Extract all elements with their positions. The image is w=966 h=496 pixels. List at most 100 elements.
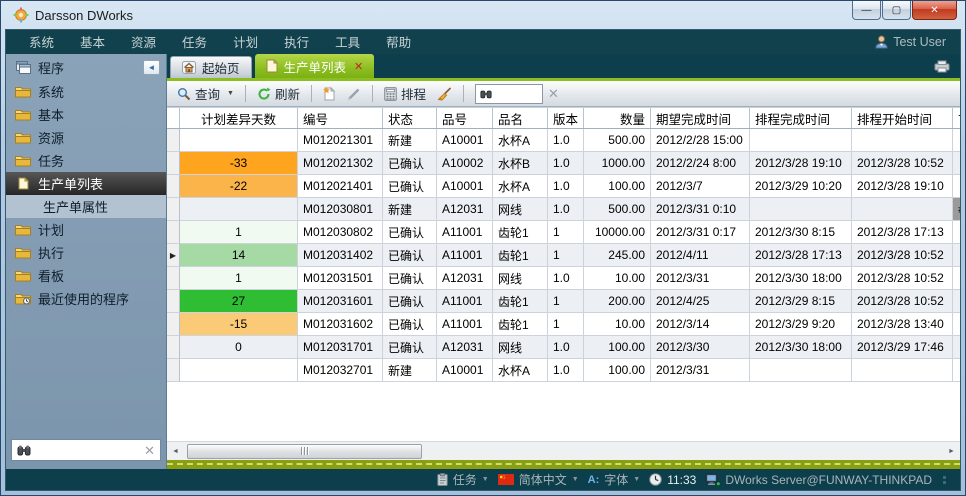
cell-code[interactable]: M012030801 [298, 198, 383, 221]
sidebar-search-input[interactable] [35, 443, 140, 457]
resize-grip[interactable] [943, 476, 946, 484]
status-language-dropdown[interactable]: 简体中文 ▼ [498, 471, 579, 488]
cell-qty[interactable]: 10000.00 [584, 221, 651, 244]
cell-version[interactable]: 1.0 [548, 198, 584, 221]
cell-sched_start[interactable]: 2012/3/28 10:52 [852, 267, 953, 290]
cell-diff[interactable]: 0 [180, 336, 298, 359]
cell-status[interactable]: 新建 [383, 129, 437, 152]
cell-extra[interactable] [953, 152, 960, 175]
cell-sched_finish[interactable] [750, 129, 852, 152]
cell-qty[interactable]: 200.00 [584, 290, 651, 313]
cell-due[interactable]: 2012/3/30 [651, 336, 750, 359]
row-header-cell[interactable] [167, 175, 180, 198]
current-row-indicator-icon[interactable]: ▶ [167, 244, 180, 267]
cell-extra[interactable] [953, 175, 960, 198]
cell-sched_finish[interactable]: 2012/3/29 9:20 [750, 313, 852, 336]
table-row[interactable]: -15M012031602已确认A11001齿轮1110.002012/3/14… [167, 313, 960, 336]
cell-item_name[interactable]: 齿轮1 [493, 221, 548, 244]
row-header-cell[interactable] [167, 313, 180, 336]
sidebar-item[interactable]: 任务 [6, 149, 166, 172]
cell-version[interactable]: 1 [548, 290, 584, 313]
cell-qty[interactable]: 100.00 [584, 359, 651, 382]
cell-qty[interactable]: 100.00 [584, 336, 651, 359]
toolbar-search-clear-icon[interactable]: ✕ [548, 87, 559, 100]
cell-status[interactable]: 已确认 [383, 175, 437, 198]
cell-sched_start[interactable]: 2012/3/28 17:13 [852, 221, 953, 244]
cell-diff[interactable]: 14 [180, 244, 298, 267]
sidebar-item[interactable]: 最近使用的程序 [6, 287, 166, 310]
maximize-button[interactable]: ▢ [882, 1, 911, 20]
cell-sched_finish[interactable] [750, 359, 852, 382]
cell-item_name[interactable]: 齿轮1 [493, 290, 548, 313]
cell-qty[interactable]: 1000.00 [584, 152, 651, 175]
row-header-cell[interactable] [167, 221, 180, 244]
sidebar-item[interactable]: 系统 [6, 80, 166, 103]
sidebar-item[interactable]: 执行 [6, 241, 166, 264]
cell-diff[interactable]: 1 [180, 221, 298, 244]
cell-item_no[interactable]: A10001 [437, 175, 493, 198]
cell-version[interactable]: 1.0 [548, 129, 584, 152]
cell-extra[interactable] [953, 267, 960, 290]
sidebar-item[interactable]: 生产单列表 [6, 172, 166, 195]
cell-extra[interactable] [953, 129, 960, 152]
cell-due[interactable]: 2012/3/31 [651, 267, 750, 290]
cell-qty[interactable]: 500.00 [584, 129, 651, 152]
column-header-extra[interactable]: 首 [953, 108, 960, 128]
cell-code[interactable]: M012031602 [298, 313, 383, 336]
menu-item-6[interactable]: 工具 [322, 33, 373, 53]
sidebar-item[interactable]: 看板 [6, 264, 166, 287]
column-header-sched_finish[interactable]: 排程完成时间 [750, 108, 852, 128]
sidebar-item[interactable]: 计划 [6, 218, 166, 241]
cell-status[interactable]: 已确认 [383, 336, 437, 359]
cell-sched_finish[interactable]: 2012/3/29 10:20 [750, 175, 852, 198]
tab-production-order-list[interactable]: 生产单列表 ✕ [255, 54, 375, 78]
cell-code[interactable]: M012031601 [298, 290, 383, 313]
cell-item_no[interactable]: A10001 [437, 359, 493, 382]
cell-sched_start[interactable]: 2012/3/28 10:52 [852, 290, 953, 313]
cell-code[interactable]: M012031501 [298, 267, 383, 290]
cell-due[interactable]: 2012/4/11 [651, 244, 750, 267]
cell-code[interactable]: M012031402 [298, 244, 383, 267]
cell-extra[interactable]: # [953, 198, 960, 221]
cell-version[interactable]: 1.0 [548, 336, 584, 359]
cell-sched_start[interactable]: 2012/3/29 17:46 [852, 336, 953, 359]
scrollbar-thumb[interactable] [187, 444, 422, 459]
cell-due[interactable]: 2012/2/24 8:00 [651, 152, 750, 175]
cell-extra[interactable] [953, 244, 960, 267]
cell-status[interactable]: 新建 [383, 198, 437, 221]
cell-diff[interactable]: -15 [180, 313, 298, 336]
cell-sched_start[interactable]: 2012/3/28 10:52 [852, 244, 953, 267]
cell-code[interactable]: M012031701 [298, 336, 383, 359]
table-row[interactable]: 27M012031601已确认A11001齿轮11200.002012/4/25… [167, 290, 960, 313]
cell-code[interactable]: M012021301 [298, 129, 383, 152]
cell-item_no[interactable]: A11001 [437, 221, 493, 244]
cell-due[interactable]: 2012/3/31 0:17 [651, 221, 750, 244]
cell-diff[interactable]: 1 [180, 267, 298, 290]
cell-code[interactable]: M012030802 [298, 221, 383, 244]
cell-extra[interactable] [953, 359, 960, 382]
cell-code[interactable]: M012021401 [298, 175, 383, 198]
cell-item_no[interactable]: A11001 [437, 313, 493, 336]
cell-extra[interactable] [953, 290, 960, 313]
status-font-dropdown[interactable]: A: 字体 ▼ [588, 471, 641, 488]
cell-code[interactable]: M012021302 [298, 152, 383, 175]
cell-due[interactable]: 2012/3/14 [651, 313, 750, 336]
sidebar-item[interactable]: 生产单属性 [6, 195, 166, 218]
cell-qty[interactable]: 100.00 [584, 175, 651, 198]
table-row[interactable]: 1M012031501已确认A12031网线1.010.002012/3/312… [167, 267, 960, 290]
column-header-qty[interactable]: 数量 [584, 108, 651, 128]
menu-item-4[interactable]: 计划 [220, 33, 271, 53]
row-header-cell[interactable] [167, 267, 180, 290]
scroll-right-icon[interactable]: ► [943, 443, 960, 460]
cell-version[interactable]: 1.0 [548, 359, 584, 382]
cell-sched_finish[interactable]: 2012/3/30 18:00 [750, 267, 852, 290]
cell-item_name[interactable]: 网线 [493, 198, 548, 221]
row-header-cell[interactable] [167, 336, 180, 359]
new-button[interactable] [319, 84, 340, 103]
cell-item_name[interactable]: 水杯A [493, 129, 548, 152]
cell-sched_finish[interactable]: 2012/3/30 8:15 [750, 221, 852, 244]
cell-version[interactable]: 1.0 [548, 267, 584, 290]
cell-version[interactable]: 1.0 [548, 175, 584, 198]
scrollbar-track[interactable] [184, 443, 943, 460]
row-header-cell[interactable] [167, 152, 180, 175]
